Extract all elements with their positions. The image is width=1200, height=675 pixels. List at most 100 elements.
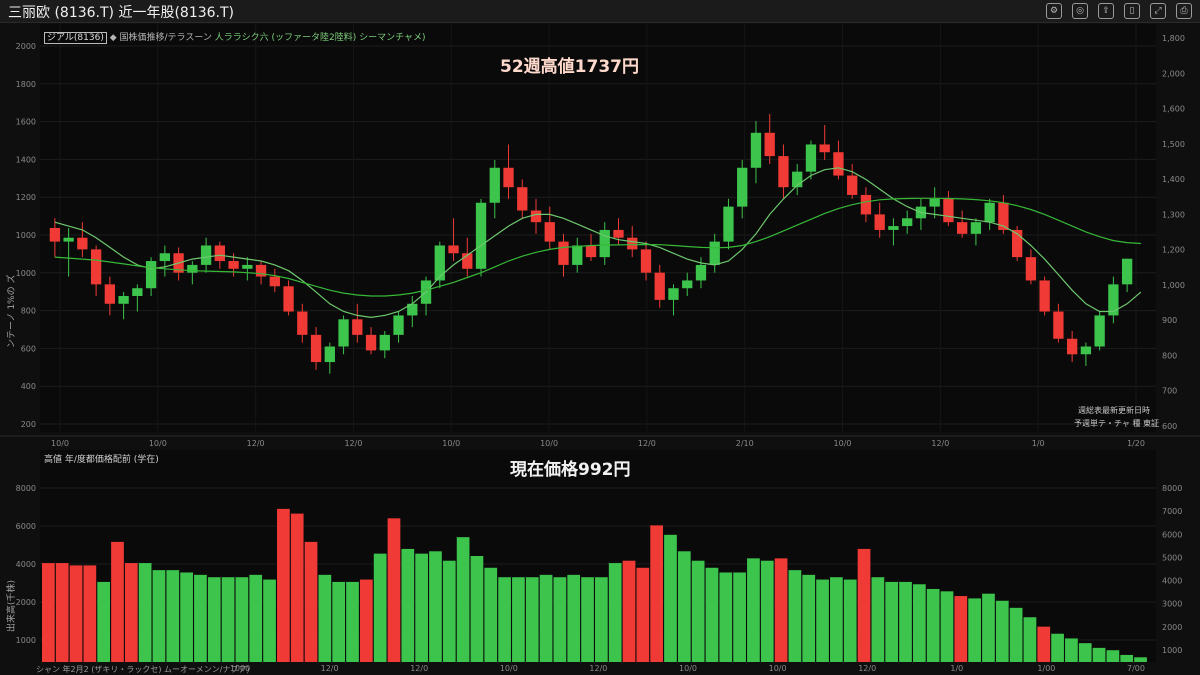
candle-body bbox=[819, 144, 830, 153]
candle-body bbox=[90, 249, 102, 285]
candle-body bbox=[1025, 257, 1037, 281]
candle-body bbox=[63, 237, 74, 242]
volume-bar bbox=[332, 581, 346, 662]
volume-bar bbox=[899, 581, 912, 662]
volume-bar bbox=[442, 560, 456, 662]
price-y-tick-left: 800 bbox=[21, 307, 36, 316]
volume-bar bbox=[816, 579, 829, 662]
volume-bar bbox=[622, 560, 636, 662]
volume-x-tick: 12/0 bbox=[589, 664, 607, 673]
volume-bar bbox=[484, 567, 498, 662]
candle-body bbox=[297, 311, 308, 335]
legend-ticker-box: ジアル(8136) bbox=[44, 32, 107, 44]
volume-y-tick-left: 2000 bbox=[16, 598, 36, 607]
legend-ma-label: 人ララシク六 (ッファータ陸2陸料) シーマンチャメ) bbox=[214, 33, 426, 43]
volume-bar bbox=[249, 574, 263, 662]
candle-body bbox=[943, 198, 954, 223]
price-y-tick-right: 1,200 bbox=[1162, 246, 1185, 255]
candle-body bbox=[902, 218, 913, 227]
volume-bar bbox=[180, 572, 193, 662]
volume-bar bbox=[1023, 617, 1037, 662]
volume-bar bbox=[1120, 654, 1134, 662]
price-y-tick-right: 1,600 bbox=[1162, 105, 1185, 114]
volume-bar bbox=[567, 574, 581, 662]
price-x-tick: 10/0 bbox=[540, 439, 558, 448]
volume-bar bbox=[691, 560, 705, 662]
volume-y-tick-right: 2000 bbox=[1162, 623, 1182, 632]
volume-bar bbox=[318, 574, 332, 662]
candle-body bbox=[764, 132, 775, 157]
candle-body bbox=[214, 245, 225, 262]
candle-body bbox=[957, 222, 968, 234]
price-y-tick-left: 600 bbox=[21, 344, 36, 353]
volume-bar bbox=[677, 551, 691, 662]
volume-bar bbox=[429, 551, 442, 662]
candle-body bbox=[1080, 346, 1092, 355]
price-y-tick-left: 1000 bbox=[16, 269, 36, 278]
legend-series-label: ◆ 国株価推移/テラスーン bbox=[109, 33, 212, 43]
candle-body bbox=[723, 206, 734, 242]
volume-bar bbox=[982, 593, 995, 662]
footer-note: シャン 年2月2 (ザキリ・ラックセ) ムーオーメンン/ナブア) bbox=[36, 665, 250, 674]
price-y-tick-left: 400 bbox=[21, 382, 36, 391]
price-y-tick-left: 1800 bbox=[16, 80, 36, 89]
candle-body bbox=[503, 167, 514, 188]
price-y-tick-right: 2,000 bbox=[1162, 69, 1185, 78]
price-x-tick: 2/10 bbox=[736, 439, 754, 448]
volume-bar bbox=[760, 560, 774, 662]
volume-bar bbox=[235, 577, 249, 662]
volume-bar bbox=[525, 577, 539, 662]
volume-y-tick-right: 3000 bbox=[1162, 600, 1182, 609]
volume-x-tick: 12/0 bbox=[858, 664, 876, 673]
volume-x-tick: 10/0 bbox=[500, 664, 518, 673]
volume-y-tick-left: 1000 bbox=[16, 636, 36, 645]
volume-bar bbox=[221, 577, 235, 662]
candle-body bbox=[49, 228, 61, 242]
volume-bar bbox=[650, 525, 664, 662]
current-price-label: 現在価格992円 bbox=[510, 460, 631, 480]
price-legend: ジアル(8136) ◆ 国株価推移/テラスーン 人ララシク六 (ッファータ陸2陸… bbox=[44, 30, 426, 44]
volume-bar bbox=[207, 577, 221, 662]
candle-body bbox=[434, 245, 445, 281]
candle-body bbox=[1108, 284, 1119, 316]
candle-body bbox=[640, 249, 652, 273]
volume-bar bbox=[1092, 647, 1106, 662]
candle-body bbox=[874, 214, 885, 230]
price-x-tick: 12/0 bbox=[931, 439, 949, 448]
volume-bar bbox=[42, 563, 55, 662]
volume-y-tick-left: 8000 bbox=[16, 484, 36, 493]
volume-x-tick: 10/0 bbox=[679, 664, 697, 673]
price-x-tick: 12/0 bbox=[247, 439, 265, 448]
volume-bar bbox=[1051, 633, 1064, 662]
candle-body bbox=[984, 202, 995, 223]
volume-bar bbox=[774, 558, 788, 662]
candle-body bbox=[1039, 280, 1050, 312]
volume-bar bbox=[69, 565, 83, 662]
volume-bar bbox=[705, 567, 719, 662]
candle-body bbox=[187, 264, 198, 273]
candle-body bbox=[77, 237, 88, 250]
candle-body bbox=[145, 261, 157, 289]
candle-body bbox=[572, 245, 583, 265]
price-y-tick-left: 1000 bbox=[16, 231, 36, 240]
candle-body bbox=[517, 187, 528, 211]
volume-bar bbox=[1009, 607, 1023, 662]
candle-body bbox=[613, 229, 624, 238]
volume-y-tick-right: 4000 bbox=[1162, 577, 1182, 586]
candle-body bbox=[104, 284, 116, 304]
volume-bar bbox=[456, 537, 470, 662]
volume-x-tick: 7/00 bbox=[1127, 664, 1145, 673]
volume-bar bbox=[995, 600, 1009, 662]
volume-bar bbox=[788, 570, 802, 662]
candle-body bbox=[709, 241, 720, 265]
candle-body bbox=[324, 346, 335, 363]
volume-bar bbox=[733, 572, 746, 662]
candle-body bbox=[682, 280, 693, 289]
volume-bar bbox=[968, 598, 981, 662]
volume-bar bbox=[719, 572, 733, 662]
volume-bar bbox=[1065, 638, 1078, 662]
candle-body bbox=[255, 264, 267, 277]
volume-bar bbox=[636, 567, 650, 662]
volume-y-tick-left: 6000 bbox=[16, 522, 36, 531]
volume-bar bbox=[55, 563, 69, 662]
